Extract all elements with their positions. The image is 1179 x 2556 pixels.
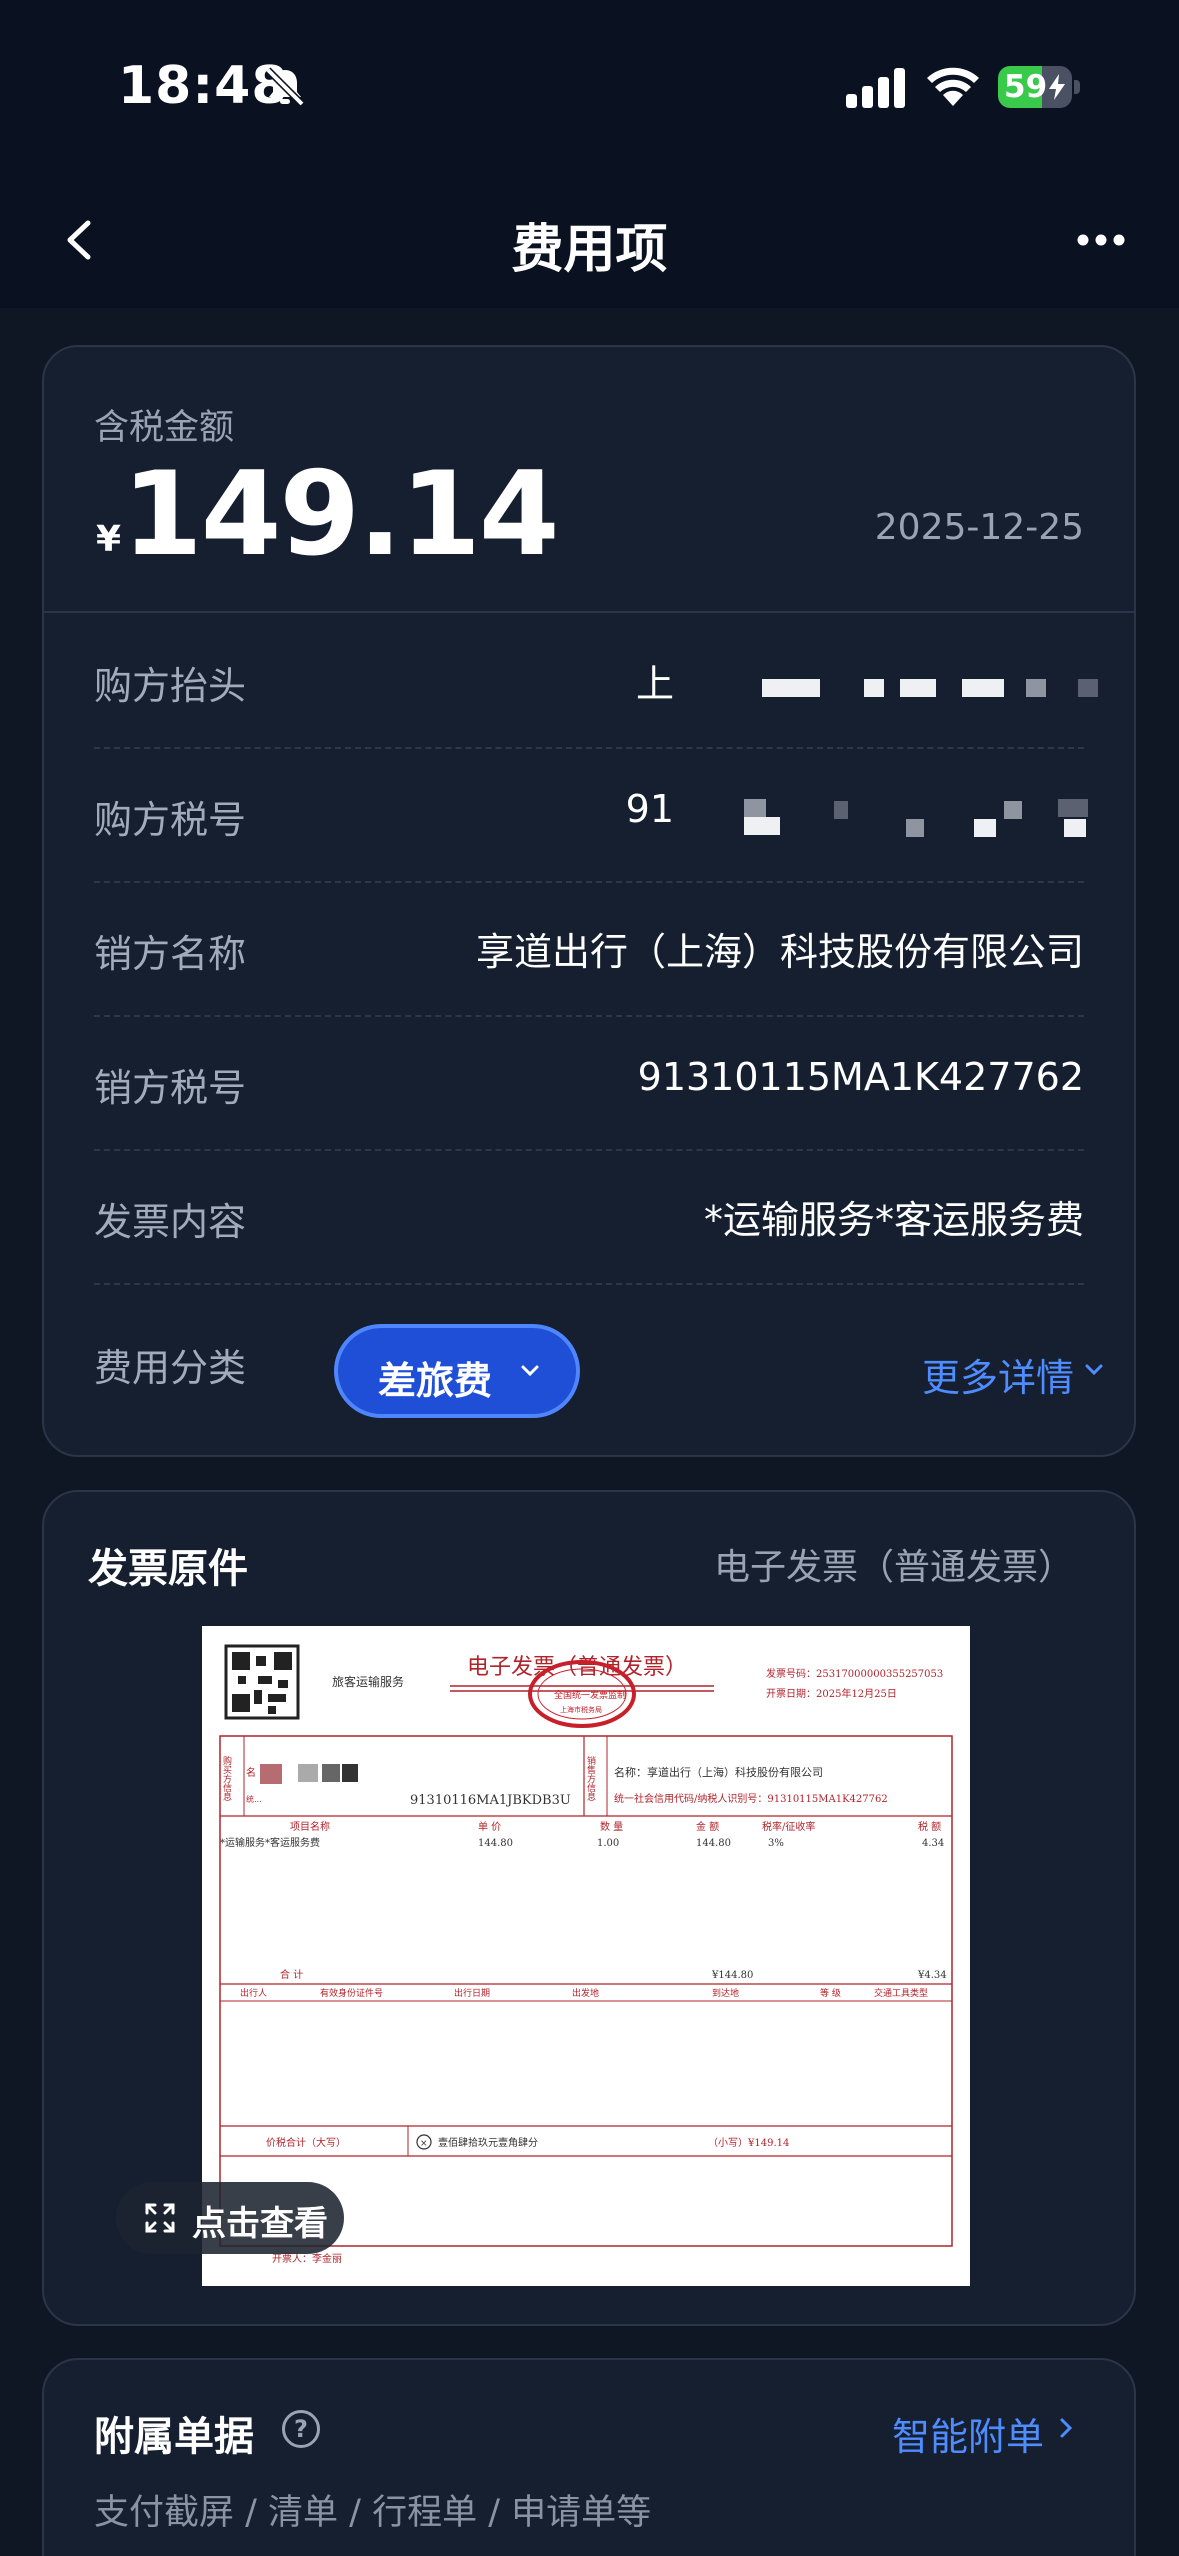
col-unit-price: 单 价 xyxy=(478,1821,501,1833)
col-tax: 税 额 xyxy=(918,1820,941,1833)
svg-text:出行人: 出行人 xyxy=(240,1987,267,1999)
col-quantity: 数 量 xyxy=(600,1820,623,1833)
tax-amount-label: 含税金额 xyxy=(94,408,235,448)
more-options-icon[interactable] xyxy=(1076,225,1126,255)
expense-category-dropdown[interactable]: 差旅费 xyxy=(334,1324,580,1418)
sum-words-label: 价税合计（大写） xyxy=(266,2136,346,2149)
invoice-issue-date: 开票日期：2025年12月25日 xyxy=(766,1687,897,1700)
svg-text:统...: 统... xyxy=(246,1794,262,1804)
invoice-heading: 电子发票（普通发票） xyxy=(467,1655,687,1680)
invoice-service-tag: 旅客运输服务 xyxy=(332,1674,404,1689)
battery-icon: 59 xyxy=(998,66,1080,108)
total-amount: ¥144.80 xyxy=(711,1970,753,1981)
charging-bolt-icon xyxy=(1049,74,1065,100)
buyer-title-row: 购方抬头 上 xyxy=(94,615,1098,749)
buyer-tax-id-row: 购方税号 91 xyxy=(94,749,1088,883)
buyer-title-label: 购方抬头 xyxy=(94,664,247,708)
click-to-view-label: 点击查看 xyxy=(192,2204,328,2244)
invoice-type: 电子发票（普通发票） xyxy=(713,1547,1074,1588)
item-qty: 1.00 xyxy=(597,1838,619,1849)
chevron-down-icon xyxy=(521,1365,539,1377)
item-name: *运输服务*客运服务费 xyxy=(220,1836,320,1849)
item-amount: 144.80 xyxy=(696,1838,731,1849)
item-price: 144.80 xyxy=(478,1838,513,1849)
battery-percent: 59 xyxy=(1004,69,1048,105)
total-tax: ¥4.34 xyxy=(917,1970,947,1981)
chevron-down-icon xyxy=(1085,1364,1103,1376)
attachments-title: 附属单据 xyxy=(94,2414,254,2460)
cellular-signal-icon xyxy=(846,68,905,108)
invoice-number: 发票号码：25317000000355257053 xyxy=(766,1667,943,1680)
expense-category-value: 差旅费 xyxy=(378,1359,493,1403)
sum-small: （小写）¥149.14 xyxy=(708,2137,789,2149)
smart-attach-link[interactable]: 智能附单 xyxy=(892,2406,1044,2461)
currency-symbol: ¥ xyxy=(96,519,122,560)
chevron-right-icon[interactable] xyxy=(1058,2416,1074,2440)
amount-value: 149.14 xyxy=(122,447,560,582)
svg-text:销售方信息: 销售方信息 xyxy=(585,1755,596,1801)
qr-code-icon xyxy=(224,1644,300,1720)
total-label: 合 计 xyxy=(280,1968,303,1981)
click-to-view-button[interactable]: 点击查看 xyxy=(116,2182,344,2254)
seller-tax-id-value: 91310115MA1K427762 xyxy=(637,1055,1084,1099)
svg-text:到达地: 到达地 xyxy=(712,1987,739,1999)
svg-text:×: × xyxy=(420,2139,428,2149)
item-tax: 4.34 xyxy=(922,1838,944,1849)
attachments-card: 附属单据 ? 智能附单 支付截屏 / 清单 / 行程单 / 申请单等 xyxy=(42,2358,1136,2556)
svg-text:上海市税务局: 上海市税务局 xyxy=(560,1705,602,1714)
invoice-content-row: 发票内容 *运输服务*客运服务费 xyxy=(94,1151,1084,1285)
seller-tax-id-row: 销方税号 91310115MA1K427762 xyxy=(94,1017,1084,1151)
wifi-icon xyxy=(927,67,979,106)
status-bar: 18:48 59 xyxy=(0,0,1179,175)
sum-words: 壹佰肆拾玖元壹角肆分 xyxy=(438,2136,538,2149)
expense-category-label: 费用分类 xyxy=(94,1346,247,1390)
divider xyxy=(44,611,1134,613)
seller-name-row: 销方名称 享道出行（上海）科技股份有限公司 xyxy=(94,883,1084,1017)
invoice-content-label: 发票内容 xyxy=(94,1200,247,1244)
page-title: 费用项 xyxy=(511,220,668,280)
col-tax-rate: 税率/征收率 xyxy=(762,1820,815,1833)
invoice-buyer-tax-id: 91310116MA1JBKDB3U xyxy=(410,1793,571,1808)
svg-text:等 级: 等 级 xyxy=(820,1987,841,1999)
seller-tax-id-label: 销方税号 xyxy=(94,1066,247,1110)
invoice-original-title: 发票原件 xyxy=(88,1546,248,1592)
seller-name-label: 销方名称 xyxy=(94,932,247,976)
invoice-content-value: *运输服务*客运服务费 xyxy=(703,1198,1084,1242)
col-amount: 金 额 xyxy=(696,1820,719,1833)
expand-icon xyxy=(145,2203,175,2233)
invoice-original-card: 发票原件 电子发票（普通发票） 旅客运输服务 电子发票（普通发票） 全国统一发票… xyxy=(42,1490,1136,2326)
invoice-seller-tax-id: 统一社会信用代码/纳税人识别号：91310115MA1K427762 xyxy=(614,1792,888,1805)
col-item-name: 项目名称 xyxy=(290,1820,330,1833)
seller-name-value: 享道出行（上海）科技股份有限公司 xyxy=(475,930,1084,974)
invoice-seller-name: 名称：享道出行（上海）科技股份有限公司 xyxy=(614,1765,823,1779)
help-icon[interactable]: ? xyxy=(282,2410,320,2448)
buyer-tax-id-label: 购方税号 xyxy=(94,798,247,842)
buyer-tax-id-value: 91 xyxy=(625,787,674,831)
item-rate: 3% xyxy=(768,1838,784,1849)
invoice-summary-card: 含税金额 ¥ 149.14 2025-12-25 购方抬头 上 购方税号 91 xyxy=(42,345,1136,1457)
svg-text:购买方信息: 购买方信息 xyxy=(221,1755,232,1801)
bell-muted-icon xyxy=(265,67,305,107)
svg-text:出行日期: 出行日期 xyxy=(454,1987,490,1999)
svg-text:名: 名 xyxy=(246,1766,256,1779)
svg-text:交通工具类型: 交通工具类型 xyxy=(874,1987,928,1999)
buyer-title-value: 上 xyxy=(635,662,674,706)
more-details-link[interactable]: 更多详情 xyxy=(921,1347,1103,1402)
traveler-columns: 出行人 有效身份证件号 出行日期 出发地 到达地 等 级 交通工具类型 xyxy=(240,1987,928,1999)
invoice-date: 2025-12-25 xyxy=(874,507,1084,548)
svg-text:有效身份证件号: 有效身份证件号 xyxy=(320,1987,383,1999)
nav-bar: 费用项 xyxy=(0,175,1179,308)
more-details-label: 更多详情 xyxy=(921,1356,1074,1400)
attachments-subtitle: 支付截屏 / 清单 / 行程单 / 申请单等 xyxy=(94,2493,652,2533)
svg-text:全国统一发票监制: 全国统一发票监制 xyxy=(554,1689,626,1701)
svg-text:出发地: 出发地 xyxy=(572,1987,599,1999)
